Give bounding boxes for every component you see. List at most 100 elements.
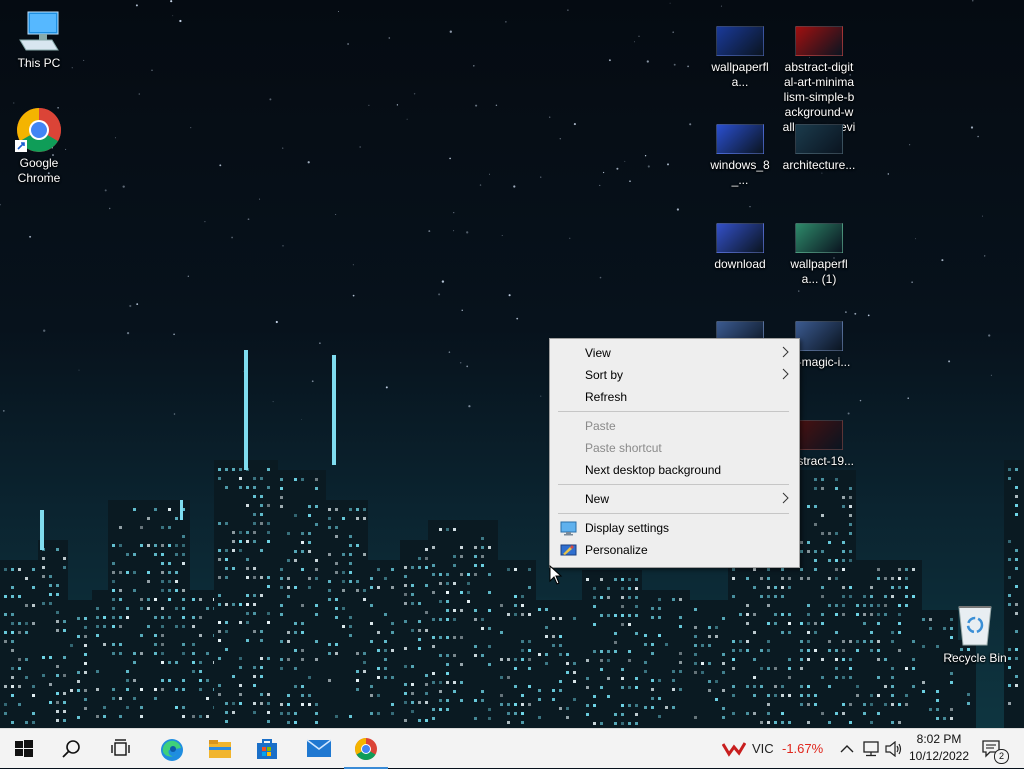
building-window xyxy=(154,544,157,547)
taskbar-app-file-explorer[interactable] xyxy=(195,729,243,769)
building-window xyxy=(154,643,157,646)
search-button[interactable] xyxy=(48,729,96,769)
building-window xyxy=(635,632,638,635)
task-view-button[interactable] xyxy=(96,729,144,769)
start-button[interactable] xyxy=(0,729,48,769)
building-window xyxy=(767,586,770,589)
desktop-icon-file[interactable]: windows_8_... xyxy=(701,124,779,188)
building-window xyxy=(280,703,283,706)
clock[interactable]: 8:02 PM 10/12/2022 xyxy=(904,731,974,765)
building-window xyxy=(175,625,178,628)
building-window xyxy=(182,679,185,682)
building-window xyxy=(154,553,157,556)
building-window xyxy=(877,613,880,616)
desktop-icon-google-chrome[interactable]: Google Chrome xyxy=(0,106,78,186)
menu-item-new[interactable]: New xyxy=(550,488,799,510)
taskbar-app-mail[interactable] xyxy=(294,729,342,769)
building-window xyxy=(507,658,510,661)
menu-item-refresh[interactable]: Refresh xyxy=(550,386,799,408)
building-window xyxy=(1015,675,1018,678)
building-window xyxy=(446,636,449,639)
menu-item-paste-shortcut[interactable]: Paste shortcut xyxy=(550,437,799,459)
building-window xyxy=(4,685,7,688)
building-window xyxy=(391,649,394,652)
building-window xyxy=(182,544,185,547)
building-window xyxy=(679,652,682,655)
building-window xyxy=(1015,486,1018,489)
building-window xyxy=(474,609,477,612)
action-center-button[interactable]: 2 xyxy=(978,729,1014,769)
building-window xyxy=(807,550,810,553)
building-window xyxy=(800,577,803,580)
building-window xyxy=(253,666,256,669)
building-window xyxy=(280,658,283,661)
building-window xyxy=(63,566,66,569)
building-window xyxy=(363,517,366,520)
building-window xyxy=(781,712,784,715)
building-window xyxy=(884,658,887,661)
building-window xyxy=(842,649,845,652)
desktop-icon-file[interactable]: wallpaperfla... xyxy=(701,26,779,90)
building-window xyxy=(593,704,596,707)
building-window xyxy=(877,568,880,571)
building-window xyxy=(232,702,235,705)
volume-button[interactable] xyxy=(884,729,904,769)
taskbar-app-edge[interactable] xyxy=(147,729,195,769)
desktop-icon-this-pc[interactable]: This PC xyxy=(0,10,78,71)
menu-item-next-desktop-background[interactable]: Next desktop background xyxy=(550,459,799,481)
building-window xyxy=(722,617,725,620)
building-window xyxy=(1015,612,1018,615)
menu-item-paste[interactable]: Paste xyxy=(550,415,799,437)
building-window xyxy=(929,708,932,711)
building-window xyxy=(439,618,442,621)
desktop-icon-recycle-bin[interactable]: Recycle Bin xyxy=(936,603,1014,666)
building xyxy=(582,570,642,728)
building-window xyxy=(391,676,394,679)
chevron-right-icon xyxy=(782,492,789,504)
building-window xyxy=(246,504,249,507)
desktop[interactable]: This PC Google Chrome wallpaperfla... ab… xyxy=(0,0,1024,728)
building-window xyxy=(835,676,838,679)
building-window xyxy=(411,593,414,596)
building-window xyxy=(474,699,477,702)
building-window xyxy=(593,695,596,698)
building-window xyxy=(370,604,373,607)
building-window xyxy=(260,513,263,516)
building-window xyxy=(552,689,555,692)
menu-item-personalize[interactable]: Personalize xyxy=(550,539,799,561)
building-window xyxy=(301,622,304,625)
building-window xyxy=(621,713,624,716)
building-window xyxy=(628,614,631,617)
building-window xyxy=(732,568,735,571)
building-window xyxy=(788,631,791,634)
building-window xyxy=(453,690,456,693)
building-window xyxy=(922,645,925,648)
building-window xyxy=(593,605,596,608)
desktop-icon-file[interactable]: download xyxy=(701,223,779,272)
building-window xyxy=(418,557,421,560)
menu-item-view[interactable]: View xyxy=(550,342,799,364)
desktop-icon-label: wallpaperfla... xyxy=(711,60,769,89)
building-window xyxy=(774,586,777,589)
building-window xyxy=(849,658,852,661)
stock-widget[interactable]: VIC -1.67% xyxy=(722,729,827,769)
menu-item-display-settings[interactable]: Display settings xyxy=(550,517,799,539)
edge-icon xyxy=(161,739,183,761)
network-button[interactable] xyxy=(860,729,882,769)
building-window xyxy=(835,658,838,661)
building-window xyxy=(404,575,407,578)
building-window xyxy=(842,712,845,715)
menu-item-sort-by[interactable]: Sort by xyxy=(550,364,799,386)
building-window xyxy=(514,667,517,670)
building-window xyxy=(753,568,756,571)
building-window xyxy=(593,650,596,653)
desktop-icon-file[interactable]: wallpaperfla... (1) xyxy=(780,223,858,287)
desktop-icon-file[interactable]: architecture... xyxy=(780,124,858,173)
building-window xyxy=(898,721,901,724)
taskbar-app-microsoft-store[interactable] xyxy=(243,729,291,769)
building-window xyxy=(32,694,35,697)
building-window xyxy=(842,613,845,616)
taskbar-app-chrome[interactable] xyxy=(342,729,390,769)
building-window xyxy=(133,661,136,664)
show-hidden-icons-button[interactable] xyxy=(838,729,856,769)
